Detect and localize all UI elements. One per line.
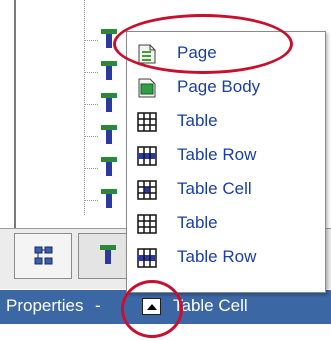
menu-item-table[interactable]: Table <box>127 104 325 138</box>
menu-item-label: Table Cell <box>177 179 252 198</box>
tree-node[interactable] <box>84 58 120 84</box>
page-body-icon <box>138 78 156 98</box>
menu-item-label: Page <box>177 43 217 62</box>
table-cell-icon <box>137 180 157 200</box>
tab-outline[interactable] <box>14 233 72 279</box>
table-icon <box>137 214 157 234</box>
table-row-icon <box>137 146 157 166</box>
properties-label: Properties <box>6 296 84 315</box>
properties-separator: - <box>95 296 101 315</box>
menu-item-label: Table Row <box>177 145 257 164</box>
tree-icon <box>100 245 116 264</box>
page-icon <box>138 44 156 64</box>
element-hierarchy-popup: Page Page Body Table Table Row Table Cel… <box>126 31 326 293</box>
properties-status-bar: Properties - Table Cell <box>0 290 331 324</box>
menu-item-table-row[interactable]: Table Row <box>127 240 325 274</box>
menu-item-table[interactable]: Table <box>127 206 325 240</box>
menu-item-label: Table <box>177 111 218 130</box>
tree-node-icon <box>101 61 117 80</box>
tree-node[interactable] <box>84 26 120 52</box>
outline-icon <box>34 246 53 265</box>
tree-node-icon <box>101 29 117 48</box>
tree-node-icon <box>101 157 117 176</box>
tree-node-icon <box>101 125 117 144</box>
table-icon <box>137 112 157 132</box>
tree-node-icon <box>101 93 117 112</box>
menu-item-label: Page Body <box>177 77 261 96</box>
tree-node[interactable] <box>84 90 120 116</box>
current-element-label: Table Cell <box>173 296 248 315</box>
menu-item-table-cell[interactable]: Table Cell <box>127 172 325 206</box>
panel-border <box>14 0 16 228</box>
menu-item-page-body[interactable]: Page Body <box>127 70 325 104</box>
tree-node-icon <box>101 189 117 208</box>
menu-item-table-row[interactable]: Table Row <box>127 138 325 172</box>
tree-node[interactable] <box>84 122 120 148</box>
menu-item-label: Table <box>177 213 218 232</box>
menu-item-page[interactable]: Page <box>127 36 325 70</box>
triangle-up-icon <box>147 304 157 310</box>
tree-node[interactable] <box>84 154 120 180</box>
tree-node[interactable] <box>84 186 120 212</box>
menu-item-label: Table Row <box>177 247 257 266</box>
element-selector-dropdown-button[interactable] <box>142 298 161 315</box>
table-row-icon <box>137 248 157 268</box>
